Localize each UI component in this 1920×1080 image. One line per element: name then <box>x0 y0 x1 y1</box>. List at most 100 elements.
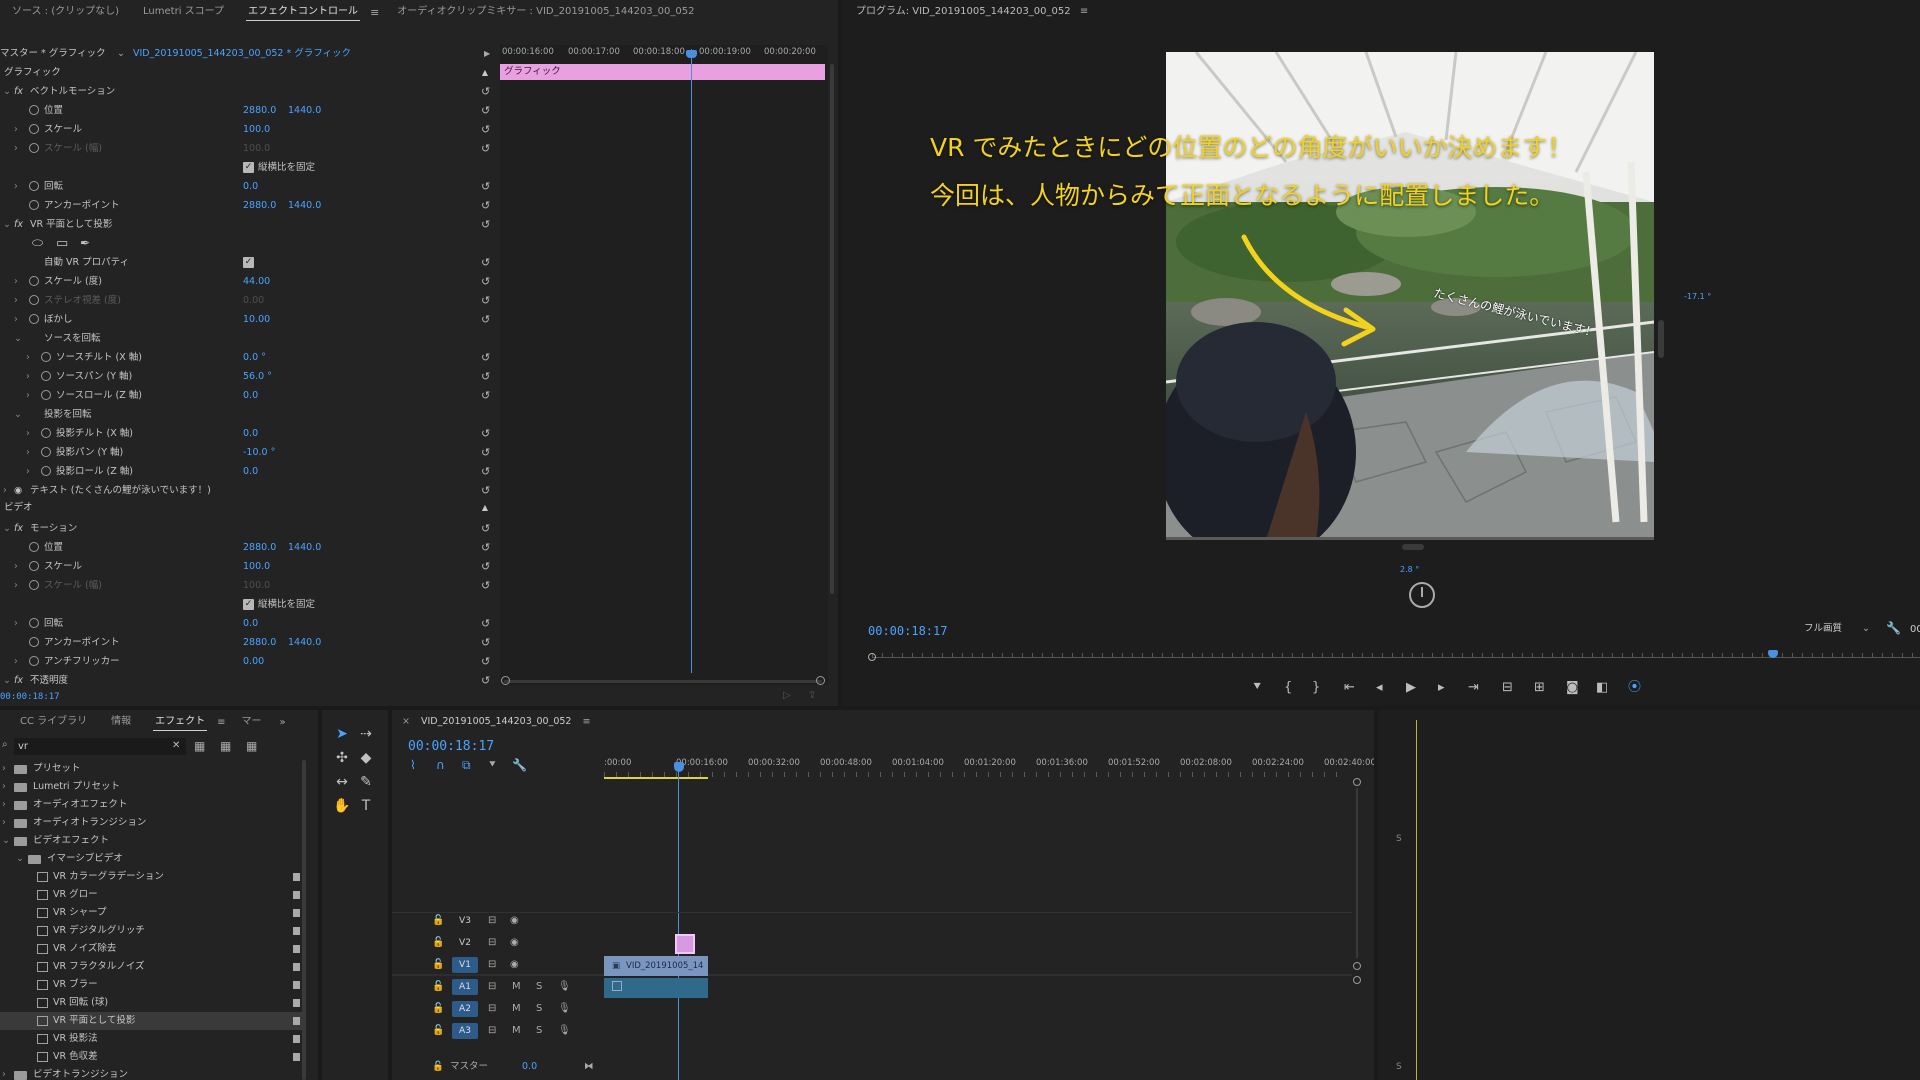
lock-icon[interactable]: 🔓 <box>432 954 444 976</box>
stopwatch-icon[interactable] <box>41 428 51 438</box>
chevron-right-icon[interactable]: › <box>26 367 30 386</box>
vr-dial-icon[interactable] <box>1409 582 1435 608</box>
sync-lock-icon[interactable]: ⊟ <box>488 1020 496 1042</box>
reset-icon[interactable]: ↺ <box>481 101 490 120</box>
track-select-tool-icon[interactable]: ⇢ <box>356 724 376 744</box>
track-target-toggle[interactable]: A3 <box>452 1023 478 1039</box>
chevron-down-icon[interactable]: ⌄ <box>16 850 24 868</box>
mute-button[interactable]: M <box>512 1020 521 1042</box>
reset-icon[interactable]: ↺ <box>481 538 490 557</box>
solo-button[interactable]: S <box>536 1020 542 1042</box>
mute-button[interactable]: M <box>512 976 521 998</box>
chevron-down-icon[interactable]: ⌄ <box>3 82 11 101</box>
stopwatch-icon[interactable] <box>41 371 51 381</box>
chevron-down-icon[interactable]: ⌄ <box>117 45 125 62</box>
chevron-right-icon[interactable]: › <box>14 120 18 139</box>
stopwatch-icon[interactable] <box>29 561 39 571</box>
slip-tool-icon[interactable]: ↔ <box>332 772 352 792</box>
chevron-right-icon[interactable]: › <box>14 576 18 595</box>
stopwatch-icon[interactable] <box>29 637 39 647</box>
hamburger-icon[interactable]: ≡ <box>583 716 591 727</box>
ec-scroll-handle-left[interactable] <box>501 676 510 685</box>
chevron-down-icon[interactable]: ⌄ <box>3 215 11 234</box>
chevron-right-icon[interactable]: › <box>26 443 30 462</box>
ec-timecode[interactable]: 00:00:18:17 <box>0 692 60 702</box>
tab-info[interactable]: 情報 <box>99 710 143 734</box>
effect-item[interactable]: VR 投影法 <box>0 1030 305 1048</box>
overwrite-icon[interactable]: ⊞ <box>1534 676 1545 700</box>
microphone-icon[interactable]: 🎙 <box>558 976 571 998</box>
lock-icon[interactable]: 🔓 <box>432 1056 444 1078</box>
stopwatch-icon[interactable] <box>41 352 51 362</box>
chevron-right-icon[interactable]: › <box>14 614 18 633</box>
checkbox[interactable]: ✓ <box>243 162 254 173</box>
vr-toggle-icon[interactable]: ⦿ <box>1628 676 1641 700</box>
reset-icon[interactable]: ↺ <box>481 424 490 443</box>
property-value-2[interactable]: 1440.0 <box>288 538 321 557</box>
tab-audio-clip-mixer[interactable]: オーディオクリップミキサー : VID_20191005_144203_00_0… <box>385 0 706 24</box>
chevron-right-icon[interactable]: › <box>26 462 30 481</box>
tab-cc-libraries[interactable]: CC ライブラリ <box>0 710 99 734</box>
rectangle-mask-icon[interactable]: ▭ <box>56 234 68 253</box>
master-volume[interactable]: 0.0 <box>522 1056 537 1078</box>
yuv-filter-icon[interactable]: ▦ <box>246 739 257 753</box>
insert-icon[interactable]: ⊟ <box>1502 676 1513 700</box>
reset-icon[interactable]: ↺ <box>481 652 490 671</box>
reset-icon[interactable]: ↺ <box>481 291 490 310</box>
wrench-icon[interactable]: 🔧 <box>1886 621 1901 635</box>
razor-tool-icon[interactable]: ◆ <box>356 748 376 768</box>
effect-item[interactable]: VR ブラー <box>0 976 305 994</box>
add-marker-icon[interactable]: ⯆ <box>488 758 497 772</box>
folder-item[interactable]: › プリセット <box>0 760 305 778</box>
solo-button[interactable]: S <box>536 998 542 1020</box>
chevron-down-icon[interactable]: ⌄ <box>2 832 10 850</box>
reset-icon[interactable]: ↺ <box>481 557 490 576</box>
sync-lock-icon[interactable]: ⊟ <box>488 998 496 1020</box>
chevron-right-icon[interactable]: › <box>14 557 18 576</box>
sync-lock-icon[interactable]: ⊟ <box>488 932 496 954</box>
step-back-icon[interactable]: ◂ <box>1376 676 1383 700</box>
timeline-vscroll-handle-top[interactable] <box>1353 778 1361 786</box>
reset-icon[interactable]: ↺ <box>481 196 490 215</box>
reset-icon[interactable]: ↺ <box>481 671 490 690</box>
video-clip-v1[interactable]: ▣ VID_20191005_14 <box>604 956 708 976</box>
effect-item[interactable]: VR デジタルグリッチ <box>0 922 305 940</box>
effects-search-input[interactable] <box>14 738 186 755</box>
selection-tool-icon[interactable]: ➤ <box>332 724 352 744</box>
lock-icon[interactable]: 🔓 <box>432 998 444 1020</box>
hand-tool-icon[interactable]: ✋ <box>332 796 352 816</box>
timeline-playhead[interactable] <box>678 772 679 1080</box>
sync-lock-icon[interactable]: ⊟ <box>488 910 496 932</box>
work-area-bar[interactable] <box>604 777 708 779</box>
program-scrub-bar[interactable] <box>868 650 1920 664</box>
stopwatch-icon[interactable] <box>41 466 51 476</box>
stopwatch-icon[interactable] <box>29 295 39 305</box>
snap-icon[interactable]: ∩ <box>436 758 445 772</box>
32bit-filter-icon[interactable]: ▦ <box>220 739 231 753</box>
fx-badge-icon[interactable]: fx <box>14 671 23 690</box>
vr-horizontal-slider[interactable] <box>1402 544 1424 550</box>
eye-icon[interactable]: ◉ <box>14 481 22 500</box>
sync-lock-icon[interactable]: ⊟ <box>488 976 496 998</box>
chevron-down-icon[interactable]: ⌄ <box>3 671 11 690</box>
effect-item[interactable]: VR 平面として投影 <box>0 1012 305 1030</box>
hamburger-icon[interactable]: ≡ <box>1080 6 1088 17</box>
eye-icon[interactable]: ◉ <box>510 932 519 954</box>
chevron-right-icon[interactable]: › <box>14 139 18 158</box>
property-value[interactable]: 0.0 <box>243 177 258 196</box>
eye-icon[interactable]: ◉ <box>510 954 519 976</box>
program-video-frame[interactable]: たくさんの鯉が泳いでいます！ <box>1166 52 1654 540</box>
folder-item[interactable]: › Lumetri プリセット <box>0 778 305 796</box>
go-to-in-icon[interactable]: ⇤ <box>1344 676 1355 700</box>
timeline-vscroll-handle-bottom[interactable] <box>1353 976 1361 984</box>
export-frame-icon[interactable]: ⇪ <box>808 690 816 701</box>
tab-source[interactable]: ソース : (クリップなし) <box>0 0 131 24</box>
property-value[interactable]: 0.0 <box>243 386 258 405</box>
chevron-right-icon[interactable]: › <box>3 481 7 500</box>
tab-effect-controls[interactable]: エフェクトコントロール <box>236 0 370 24</box>
stopwatch-icon[interactable] <box>29 542 39 552</box>
clear-search-icon[interactable]: ✕ <box>172 740 180 751</box>
checkbox[interactable]: ✓ <box>243 257 254 268</box>
ripple-edit-tool-icon[interactable]: ✣ <box>332 748 352 768</box>
play-arrow-icon[interactable]: ▶ <box>484 45 490 62</box>
